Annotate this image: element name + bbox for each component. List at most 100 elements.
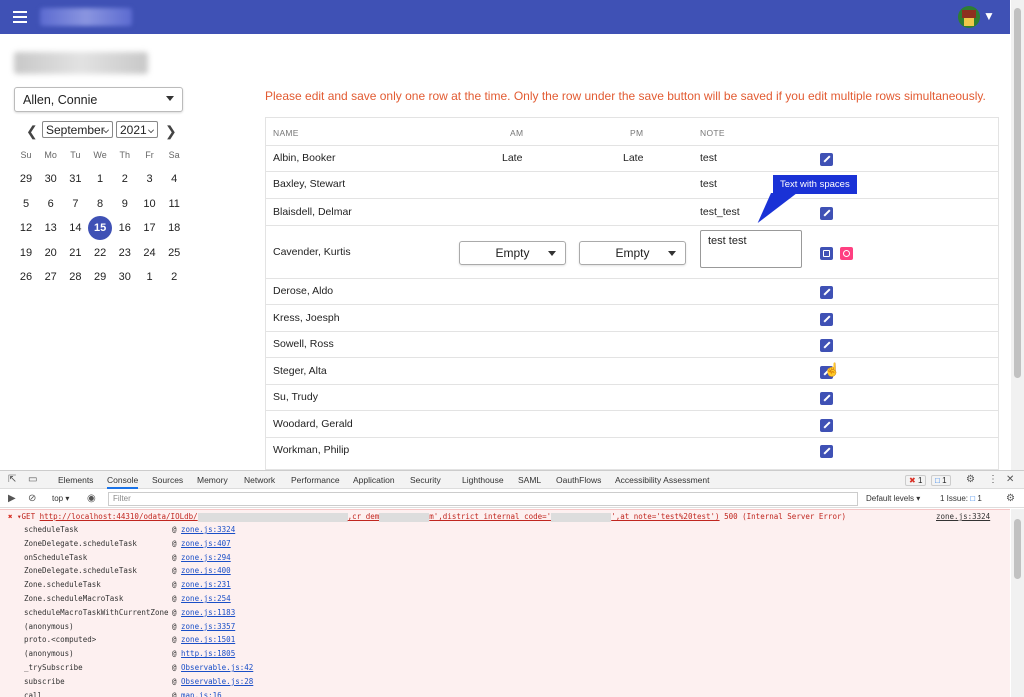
calendar-day[interactable]: 16 xyxy=(113,216,137,240)
calendar-day[interactable]: 27 xyxy=(39,265,63,289)
trace-source-link[interactable]: zone.js:407 xyxy=(181,539,231,548)
calendar-day[interactable]: 24 xyxy=(138,241,162,265)
calendar-day[interactable]: 17 xyxy=(138,216,162,240)
log-levels-select[interactable]: Default levels ▾ xyxy=(866,494,920,503)
trace-source-link[interactable]: zone.js:3357 xyxy=(181,622,235,631)
device-toolbar-icon[interactable]: ▭ xyxy=(28,474,37,485)
note-textarea[interactable]: test test xyxy=(700,230,802,268)
calendar-day[interactable]: 11 xyxy=(162,192,186,216)
edit-button[interactable] xyxy=(820,445,833,458)
chevron-right-icon[interactable]: ❯ xyxy=(165,123,177,140)
student-select[interactable]: Allen, Connie xyxy=(14,87,183,112)
page-scrollbar[interactable] xyxy=(1011,0,1024,470)
calendar-day[interactable]: 26 xyxy=(14,265,38,289)
edit-button[interactable] xyxy=(820,286,833,299)
calendar-day[interactable]: 1 xyxy=(138,265,162,289)
console-filter-input[interactable]: Filter xyxy=(108,492,858,506)
devtools-tab-security[interactable]: Security xyxy=(410,475,441,485)
edit-button[interactable] xyxy=(820,419,833,432)
clear-console-icon[interactable]: ⊘ xyxy=(28,493,36,504)
sidebar-toggle-icon[interactable]: ▶ xyxy=(8,493,16,504)
error-url-link[interactable]: http://localhost:44310/odata/IOLdb/,cr_d… xyxy=(40,512,720,522)
hamburger-menu-icon[interactable] xyxy=(13,11,27,23)
devtools-tab-network[interactable]: Network xyxy=(244,475,275,485)
calendar-day[interactable]: 22 xyxy=(88,241,112,265)
calendar-day[interactable]: 1 xyxy=(88,167,112,191)
calendar-day[interactable]: 30 xyxy=(39,167,63,191)
calendar-day[interactable]: 28 xyxy=(63,265,87,289)
am-status-select[interactable]: Empty xyxy=(459,241,566,265)
devtools-tab-sources[interactable]: Sources xyxy=(152,475,183,485)
calendar-day[interactable]: 8 xyxy=(88,192,112,216)
edit-button[interactable] xyxy=(820,313,833,326)
edit-button[interactable] xyxy=(820,207,833,220)
trace-source-link[interactable]: zone.js:3324 xyxy=(181,525,235,534)
trace-source-link[interactable]: zone.js:1501 xyxy=(181,635,235,644)
calendar-day[interactable]: 19 xyxy=(14,241,38,265)
calendar-day[interactable]: 25 xyxy=(162,241,186,265)
calendar-day[interactable]: 23 xyxy=(113,241,137,265)
error-count-badge[interactable]: ✖ 1 xyxy=(905,475,927,486)
console-settings-gear-icon[interactable]: ⚙ xyxy=(1006,493,1015,504)
edit-button[interactable] xyxy=(820,392,833,405)
trace-source-link[interactable]: zone.js:294 xyxy=(181,553,231,562)
devtools-tab-elements[interactable]: Elements xyxy=(58,475,93,485)
edit-button[interactable] xyxy=(820,153,833,166)
console-scrollbar[interactable] xyxy=(1011,509,1024,697)
calendar-day[interactable]: 30 xyxy=(113,265,137,289)
devtools-tab-accessibility-assessment[interactable]: Accessibility Assessment xyxy=(615,475,709,485)
trace-source-link[interactable]: Observable.js:28 xyxy=(181,677,253,686)
devtools-tab-performance[interactable]: Performance xyxy=(291,475,340,485)
trace-source-link[interactable]: zone.js:254 xyxy=(181,594,231,603)
message-count-badge[interactable]: □ 1 xyxy=(931,475,951,486)
devtools-tab-lighthouse[interactable]: Lighthouse xyxy=(462,475,504,485)
more-options-icon[interactable]: ⋮ xyxy=(988,474,998,485)
edit-button[interactable] xyxy=(820,339,833,352)
issues-button[interactable]: 1 Issue: □ 1 xyxy=(940,494,982,503)
calendar-day[interactable]: 2 xyxy=(113,167,137,191)
calendar-day[interactable]: 2 xyxy=(162,265,186,289)
calendar-day[interactable]: 31 xyxy=(63,167,87,191)
calendar-day[interactable]: 18 xyxy=(162,216,186,240)
devtools-tab-oauthflows[interactable]: OauthFlows xyxy=(556,475,601,485)
inspect-element-icon[interactable]: ⇱ xyxy=(8,474,16,485)
calendar-day[interactable]: 3 xyxy=(138,167,162,191)
trace-source-link[interactable]: zone.js:231 xyxy=(181,580,231,589)
calendar-day[interactable]: 4 xyxy=(162,167,186,191)
devtools-tab-application[interactable]: Application xyxy=(353,475,395,485)
calendar-day[interactable]: 13 xyxy=(39,216,63,240)
calendar-day[interactable]: 6 xyxy=(39,192,63,216)
calendar-day[interactable]: 29 xyxy=(14,167,38,191)
calendar-day[interactable]: 7 xyxy=(63,192,87,216)
devtools-tab-saml[interactable]: SAML xyxy=(518,475,541,485)
calendar-day[interactable]: 20 xyxy=(39,241,63,265)
chevron-left-icon[interactable]: ❮ xyxy=(26,123,38,140)
calendar-day[interactable]: 21 xyxy=(63,241,87,265)
trace-source-link[interactable]: http.js:1805 xyxy=(181,649,235,658)
calendar-day[interactable]: 10 xyxy=(138,192,162,216)
year-select[interactable]: 2021 xyxy=(116,121,158,138)
context-select[interactable]: top ▾ xyxy=(52,494,69,503)
close-devtools-icon[interactable]: ✕ xyxy=(1006,474,1014,485)
settings-gear-icon[interactable]: ⚙ xyxy=(966,474,975,485)
devtools-tab-memory[interactable]: Memory xyxy=(197,475,228,485)
calendar-day[interactable]: 15 xyxy=(88,216,113,241)
trace-source-link[interactable]: Observable.js:42 xyxy=(181,663,253,672)
trace-source-link[interactable]: zone.js:400 xyxy=(181,566,231,575)
error-source-link[interactable]: zone.js:3324 xyxy=(936,512,990,521)
pm-status-select[interactable]: Empty xyxy=(579,241,686,265)
trace-source-link[interactable]: map.js:16 xyxy=(181,691,222,697)
chevron-down-icon[interactable]: ▼ xyxy=(983,9,995,23)
calendar-day[interactable]: 12 xyxy=(14,216,38,240)
calendar-day[interactable]: 14 xyxy=(63,216,87,240)
calendar-day[interactable]: 5 xyxy=(14,192,38,216)
calendar-day[interactable]: 29 xyxy=(88,265,112,289)
save-button[interactable] xyxy=(820,247,833,260)
trace-source-link[interactable]: zone.js:1183 xyxy=(181,608,235,617)
month-select[interactable]: September xyxy=(42,121,113,138)
live-expression-eye-icon[interactable]: ◉ xyxy=(87,493,96,504)
user-avatar-icon[interactable] xyxy=(958,6,980,28)
devtools-tab-console[interactable]: Console xyxy=(107,475,139,489)
calendar-day[interactable]: 9 xyxy=(113,192,137,216)
cancel-button[interactable] xyxy=(840,247,853,260)
